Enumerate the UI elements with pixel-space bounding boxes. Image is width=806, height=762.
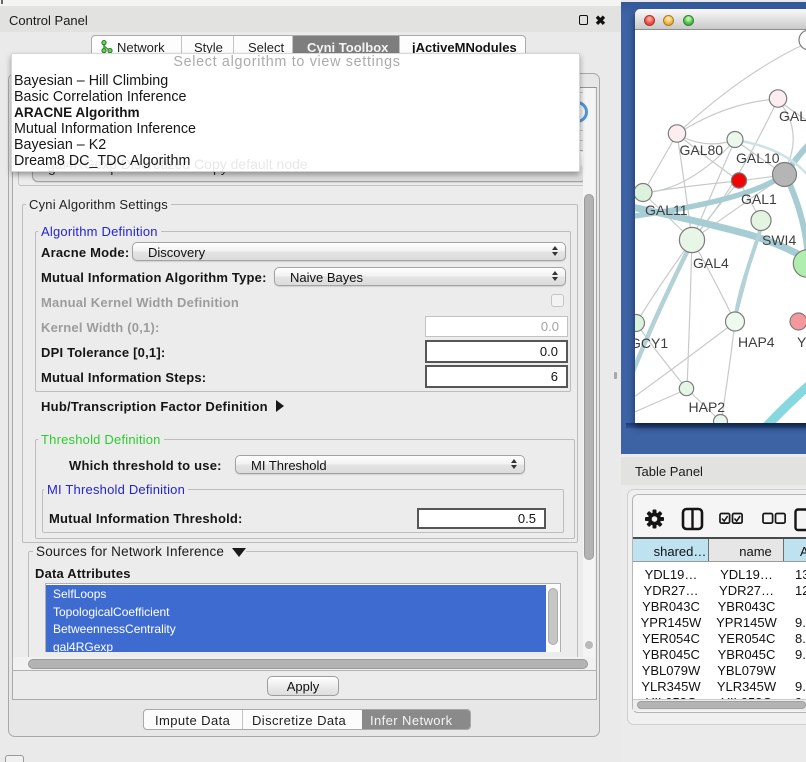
svg-text:GAL4: GAL4 [693,255,729,271]
svg-text:HAP4: HAP4 [738,334,775,350]
svg-text:SWI4: SWI4 [762,232,796,248]
svg-text:GAL7: GAL7 [779,108,806,124]
svg-text:GCY1: GCY1 [635,335,668,351]
svg-text:Y: Y [797,334,806,350]
svg-text:HAP2: HAP2 [689,399,726,415]
svg-text:GAL11: GAL11 [645,202,688,218]
svg-text:GAL80: GAL80 [680,142,724,158]
svg-text:GAL1: GAL1 [741,191,777,207]
svg-text:GAL10: GAL10 [736,150,780,166]
